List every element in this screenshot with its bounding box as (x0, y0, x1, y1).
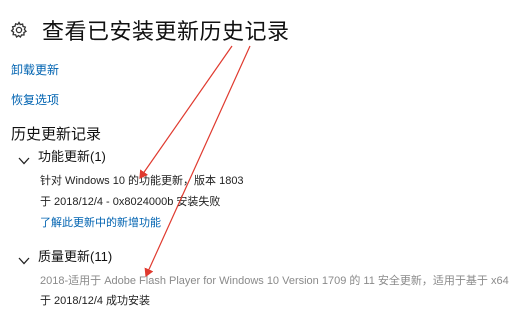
update-history-page: 查看已安装更新历史记录 卸载更新 恢复选项 历史更新记录 功能更新(1) 针对 … (0, 0, 515, 310)
chevron-down-icon (18, 252, 30, 264)
update-history-heading: 历史更新记录 (11, 126, 102, 143)
page-title: 查看已安装更新历史记录 (42, 19, 290, 44)
whats-new-link[interactable]: 了解此更新中的新增功能 (40, 214, 161, 230)
feature-update-name: 针对 Windows 10 的功能更新，版本 1803 (40, 175, 244, 187)
uninstall-updates-link[interactable]: 卸载更新 (11, 61, 59, 78)
gear-icon (10, 21, 28, 39)
quality-updates-title: 质量更新(11) (38, 249, 113, 264)
feature-update-status: 于 2018/12/4 - 0x8024000b 安装失败 (40, 196, 221, 208)
quality-updates-toggle[interactable]: 质量更新(11) (18, 246, 112, 265)
quality-update-status: 于 2018/12/4 成功安装 (40, 295, 151, 307)
chevron-down-icon (18, 152, 30, 164)
page-header: 查看已安装更新历史记录 (10, 14, 290, 46)
annotation-arrow-feature (139, 45, 233, 179)
recovery-options-link[interactable]: 恢复选项 (11, 91, 59, 108)
annotation-arrow-quality (144, 45, 251, 278)
feature-updates-toggle[interactable]: 功能更新(1) (18, 146, 106, 165)
quality-update-name[interactable]: 2018-适用于 Adobe Flash Player for Windows … (40, 272, 509, 288)
feature-updates-title: 功能更新(1) (38, 149, 106, 164)
